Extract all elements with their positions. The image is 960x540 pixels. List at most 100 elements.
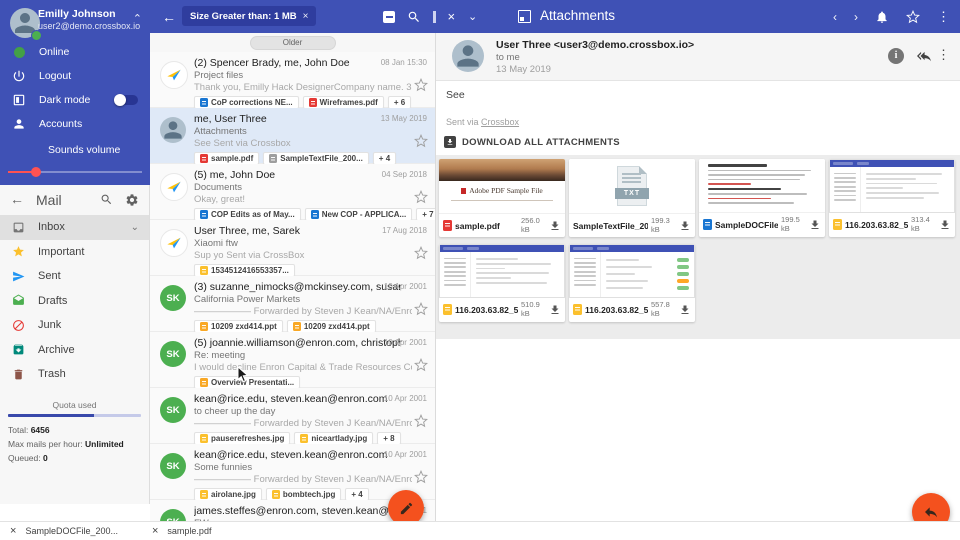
filter-chip-close-icon[interactable]: × [303, 11, 309, 22]
attachment-card[interactable]: 116.203.63.82_5... 510.9 kB [439, 244, 565, 322]
email-row[interactable]: SK (5) joannie.williamson@enron.com, chr… [150, 332, 435, 388]
sidebar-item-trash[interactable]: Trash [0, 362, 149, 387]
dark-mode-toggle[interactable] [116, 95, 138, 105]
back-arrow-icon[interactable]: ← [162, 9, 176, 25]
popup-window-icon[interactable] [518, 10, 531, 23]
download-icon[interactable] [809, 219, 821, 231]
sidebar-item-archive[interactable]: Archive [0, 338, 149, 363]
reply-all-icon[interactable] [916, 49, 932, 63]
sounds-volume-slider[interactable] [8, 167, 142, 177]
chevron-left-icon[interactable]: ‹ [833, 10, 837, 24]
account-panel: Emilly Johnson user2@demo.crossbox.io ⌃ … [0, 0, 150, 185]
email-from: User Three, me, Sarek [194, 225, 402, 237]
download-icon[interactable] [679, 220, 691, 232]
close-icon[interactable]: × [152, 525, 158, 537]
attachment-card[interactable]: Adobe PDF Sample File sample.pdf 256.0 k… [439, 159, 565, 237]
email-from: kean@rice.edu, steven.kean@enron.com [194, 393, 402, 405]
download-icon[interactable] [549, 220, 561, 232]
attachment-card[interactable]: TXT SampleTextFile_20... 199.3 kB [569, 159, 695, 237]
download-icon[interactable] [549, 304, 561, 316]
search-icon[interactable] [407, 10, 421, 24]
mail-stats: Total: 6456 Max mails per hour: Unlimite… [0, 417, 149, 463]
email-row[interactable]: (5) me, John Doe 04 Sep 2018 Documents O… [150, 164, 435, 220]
star-button[interactable] [414, 134, 428, 148]
mail-nav-panel: ← Mail Inbox ⌄ Important Sent Drafts [0, 185, 150, 504]
sidebar-item-inbox[interactable]: Inbox ⌄ [0, 215, 149, 240]
email-date: 10 Apr 2001 [384, 282, 427, 291]
message-to[interactable]: to me [496, 52, 520, 63]
more-vert-icon[interactable]: ⋮ [937, 9, 950, 25]
attachment-card[interactable]: 116.203.63.82_5... 313.4 kB [829, 159, 955, 237]
select-all-checkbox[interactable] [383, 11, 395, 23]
email-row[interactable]: SK (3) suzanne_nimocks@mckinsey.com, sus… [150, 276, 435, 332]
person-icon [12, 117, 26, 131]
sidebar-item-sent[interactable]: Sent [0, 264, 149, 289]
account-header[interactable]: Emilly Johnson user2@demo.crossbox.io ⌃ [0, 0, 150, 40]
chevron-down-icon[interactable]: ⌄ [468, 10, 477, 23]
notifications-bell-icon[interactable] [875, 10, 889, 24]
email-row[interactable]: User Three, me, Sarek 17 Aug 2018 Xiaomi… [150, 220, 435, 276]
compose-button[interactable] [388, 490, 424, 522]
menu-item-dark-mode[interactable]: Dark mode [0, 88, 150, 112]
sidebar-item-junk[interactable]: Junk [0, 313, 149, 338]
close-icon[interactable]: × [448, 9, 456, 24]
avatar: SK [160, 341, 186, 367]
file-icon [272, 490, 280, 499]
chevron-right-icon[interactable]: › [854, 10, 858, 24]
email-row[interactable]: (2) Spencer Brady, me, John Doe 08 Jan 1… [150, 52, 435, 108]
attachment-name: 116.203.63.82_5... [455, 305, 518, 315]
close-icon[interactable]: × [10, 525, 16, 537]
email-subject: California Power Markets [194, 294, 409, 305]
open-file-tab[interactable]: × sample.pdf [152, 525, 235, 537]
gear-icon[interactable] [125, 193, 139, 207]
attachment-card[interactable]: SampleDOCFile_... 199.5 kB [699, 159, 825, 237]
star-button[interactable] [414, 414, 428, 428]
download-icon[interactable] [939, 219, 951, 231]
reply-icon [923, 504, 939, 520]
slider-thumb[interactable] [31, 167, 41, 177]
star-button[interactable] [414, 470, 428, 484]
email-row[interactable]: SK kean@rice.edu, steven.kean@enron.com … [150, 444, 435, 500]
star-button[interactable] [414, 190, 428, 204]
crossbox-link[interactable]: Crossbox [481, 117, 519, 127]
info-icon[interactable]: i [888, 48, 904, 64]
file-icon [833, 219, 842, 230]
chevron-down-icon[interactable]: ⌄ [131, 222, 139, 233]
avatar [160, 173, 188, 201]
chevron-up-icon[interactable]: ⌃ [133, 12, 142, 25]
download-all-button[interactable]: DOWNLOAD ALL ATTACHMENTS [444, 136, 620, 148]
top-toolbar: ← Size Greater than: 1 MB × × ⌄ Attachme… [150, 0, 960, 33]
attachment-preview [439, 244, 565, 298]
sidebar-item-drafts[interactable]: Drafts [0, 289, 149, 314]
email-row-selected[interactable]: me, User Three 13 May 2019 Attachments S… [150, 108, 435, 164]
open-file-tab[interactable]: × SampleDOCFile_200... [10, 525, 142, 537]
email-date: 04 Sep 2018 [382, 170, 427, 179]
email-date: 10 Apr 2001 [384, 450, 427, 459]
attachment-size: 199.3 kB [651, 217, 676, 234]
star-button[interactable] [414, 78, 428, 92]
email-date: 08 Jan 15:30 [381, 58, 427, 67]
more-vert-icon[interactable]: ⋮ [937, 47, 950, 63]
open-file-label: sample.pdf [167, 526, 211, 536]
search-icon[interactable] [100, 193, 113, 206]
detail-title: Attachments [540, 8, 615, 23]
menu-item-logout[interactable]: Logout [0, 64, 150, 88]
download-icon[interactable] [679, 304, 691, 316]
star-button[interactable] [414, 302, 428, 316]
star-button[interactable] [414, 358, 428, 372]
pdf-preview-image [439, 159, 565, 181]
filter-chip[interactable]: Size Greater than: 1 MB × [182, 6, 316, 26]
sidebar-item-important[interactable]: Important [0, 240, 149, 265]
star-outline-icon[interactable] [906, 10, 920, 24]
menu-item-accounts[interactable]: Accounts [0, 112, 150, 136]
attachment-card[interactable]: 116.203.63.82_5... 557.8 kB [569, 244, 695, 322]
file-icon [200, 154, 208, 163]
back-arrow-icon[interactable]: ← [10, 191, 24, 207]
menu-item-online[interactable]: Online [0, 40, 150, 64]
star-button[interactable] [414, 246, 428, 260]
email-row[interactable]: SK kean@rice.edu, steven.kean@enron.com … [150, 388, 435, 444]
quota-bar-fill [8, 414, 94, 417]
email-subject: Project files [194, 70, 409, 81]
attachment-preview [829, 159, 955, 213]
sidebar-item-label: Drafts [38, 295, 67, 307]
